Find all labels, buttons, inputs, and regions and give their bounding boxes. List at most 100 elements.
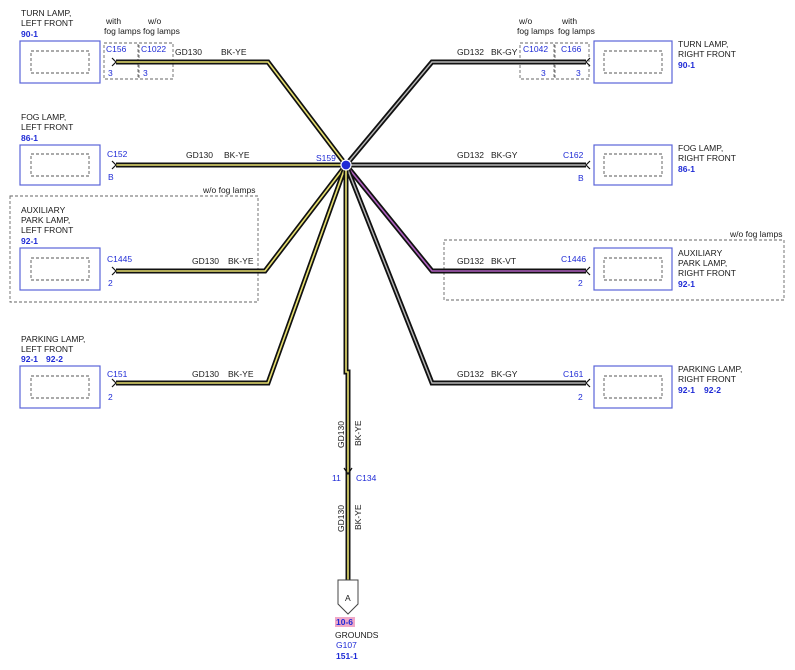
aux-park-rf-name-2: PARK LAMP,: [678, 258, 727, 268]
component-aux-park-lamp-rf[interactable]: AUXILIARY PARK LAMP, RIGHT FRONT 92-1: [593, 247, 736, 291]
component-fog-lamp-rf[interactable]: FOG LAMP, RIGHT FRONT 86-1: [593, 143, 736, 186]
parking-lamp-rf-name-2: RIGHT FRONT: [678, 374, 736, 384]
connector-c134-id[interactable]: C134: [356, 473, 377, 483]
option-fog-lamps-right-wo: fog lamps: [517, 26, 554, 36]
connector-c1042-id[interactable]: C1042: [523, 44, 548, 54]
component-turn-lamp-lf[interactable]: TURN LAMP, LEFT FRONT 90-1: [19, 8, 101, 84]
parking-lamp-rf-inner: [603, 375, 663, 399]
aux-park-rf-name-3: RIGHT FRONT: [678, 268, 736, 278]
option-wo-fog-lamps-left-region: w/o fog lamps: [202, 185, 255, 195]
connector-arrows: [111, 57, 591, 476]
turn-lamp-rf-inner: [603, 50, 663, 74]
component-parking-lamp-lf[interactable]: PARKING LAMP, LEFT FRONT 92-1 92-2: [19, 334, 101, 409]
parking-lamp-lf-ref1[interactable]: 92-1: [21, 354, 38, 364]
fog-lamp-rf-inner: [603, 153, 663, 177]
connector-c166-id[interactable]: C166: [561, 44, 582, 54]
connector-c1446-pin: 2: [578, 278, 583, 288]
parking-lamp-lf-ref2[interactable]: 92-2: [46, 354, 63, 364]
parking-lamp-rf-ref1[interactable]: 92-1: [678, 385, 695, 395]
option-wo-fog-lamps-right-region: w/o fog lamps: [729, 229, 782, 239]
wire-color-bk-gy-turn-rf: BK-GY: [491, 47, 518, 57]
component-parking-lamp-rf[interactable]: PARKING LAMP, RIGHT FRONT 92-1 92-2: [593, 364, 742, 409]
ground-page-ref[interactable]: 10-6: [336, 617, 353, 627]
aux-park-lf-inner: [30, 257, 90, 281]
connector-c161-id[interactable]: C161: [563, 369, 584, 379]
wire-color-bk-ye-turn-lf: BK-YE: [221, 47, 247, 57]
wire-label-gd130-vertical-lower: GD130: [336, 505, 346, 532]
connector-c152-pin: B: [108, 172, 114, 182]
connector-c134-pin: 11: [332, 473, 341, 483]
wire-color-bk-vt-aux-rf: BK-VT: [491, 256, 516, 266]
fog-lamp-lf-name-2: LEFT FRONT: [21, 122, 73, 132]
turn-lamp-rf-ref[interactable]: 90-1: [678, 60, 695, 70]
connector-c1446-id[interactable]: C1446: [561, 254, 586, 264]
connector-c156-pin: 3: [108, 68, 113, 78]
turn-lamp-lf-name-2: LEFT FRONT: [21, 18, 73, 28]
connector-c161-pin: 2: [578, 392, 583, 402]
aux-park-lf-name-2: PARK LAMP,: [21, 215, 70, 225]
ground-g107[interactable]: A 10-6 GROUNDS G107 151-1: [335, 579, 379, 661]
connector-c1445-id[interactable]: C1445: [107, 254, 132, 264]
wiring-diagram: S159 TURN LAMP, LEFT FRONT 90-1 FOG LAMP…: [9, 8, 785, 661]
wire-color-bk-ye-aux-lf: BK-YE: [228, 256, 254, 266]
wire-label-gd130-turn-lf: GD130: [175, 47, 202, 57]
wire-label-gd130-vertical-upper: GD130: [336, 421, 346, 448]
parking-lamp-rf-name-1: PARKING LAMP,: [678, 364, 742, 374]
connector-c162-pin: B: [578, 173, 584, 183]
connector-c166-pin: 3: [576, 68, 581, 78]
wire-label-gd132-turn-rf: GD132: [457, 47, 484, 57]
connector-c156-id[interactable]: C156: [106, 44, 127, 54]
option-fog-lamps-right-with: fog lamps: [558, 26, 595, 36]
turn-lamp-lf-inner: [30, 50, 90, 74]
fog-lamp-lf-inner: [30, 153, 90, 177]
turn-lamp-lf-ref[interactable]: 90-1: [21, 29, 38, 39]
option-fog-lamps-left-with: fog lamps: [104, 26, 141, 36]
turn-lamp-rf-name-2: RIGHT FRONT: [678, 49, 736, 59]
ground-ref[interactable]: 151-1: [336, 651, 358, 661]
component-turn-lamp-rf[interactable]: TURN LAMP, RIGHT FRONT 90-1: [593, 39, 736, 84]
splice-s159-dot[interactable]: [340, 159, 352, 171]
component-aux-park-lamp-lf[interactable]: AUXILIARY PARK LAMP, LEFT FRONT 92-1: [19, 205, 101, 291]
aux-park-rf-inner: [603, 257, 663, 281]
wire-color-bk-ye-fog-lf: BK-YE: [224, 150, 250, 160]
fog-lamp-rf-ref[interactable]: 86-1: [678, 164, 695, 174]
fog-lamp-rf-name-2: RIGHT FRONT: [678, 153, 736, 163]
turn-lamp-lf-name-1: TURN LAMP,: [21, 8, 71, 18]
parking-lamp-lf-name-2: LEFT FRONT: [21, 344, 73, 354]
aux-park-lf-ref[interactable]: 92-1: [21, 236, 38, 246]
aux-park-lf-name-3: LEFT FRONT: [21, 225, 73, 235]
wire-label-gd132-parking-rf: GD132: [457, 369, 484, 379]
wire-color-bk-ye-vertical-lower: BK-YE: [353, 504, 363, 530]
fog-lamp-rf-name-1: FOG LAMP,: [678, 143, 723, 153]
option-with-left: with: [105, 16, 121, 26]
option-with-right: with: [561, 16, 577, 26]
connector-c1445-pin: 2: [108, 278, 113, 288]
connector-c151-id[interactable]: C151: [107, 369, 128, 379]
wire-label-gd132-fog-rf: GD132: [457, 150, 484, 160]
turn-lamp-rf-name-1: TURN LAMP,: [678, 39, 728, 49]
wire-label-gd130-parking-lf: GD130: [192, 369, 219, 379]
fog-lamp-lf-ref[interactable]: 86-1: [21, 133, 38, 143]
connector-c162-id[interactable]: C162: [563, 150, 584, 160]
option-fog-lamps-left-wo: fog lamps: [143, 26, 180, 36]
ground-title: GROUNDS: [335, 630, 379, 640]
aux-park-rf-name-1: AUXILIARY: [678, 248, 723, 258]
parking-lamp-lf-inner: [30, 375, 90, 399]
wire-label-gd130-fog-lf: GD130: [186, 150, 213, 160]
wire-color-bk-gy-parking-rf: BK-GY: [491, 369, 518, 379]
connector-c152-id[interactable]: C152: [107, 149, 128, 159]
aux-park-rf-ref[interactable]: 92-1: [678, 279, 695, 289]
ground-label-a: A: [345, 593, 351, 603]
parking-lamp-lf-name-1: PARKING LAMP,: [21, 334, 85, 344]
connector-c1022-id[interactable]: C1022: [141, 44, 166, 54]
wire-gd132-parking-rf: [343, 164, 586, 386]
parking-lamp-rf-ref2[interactable]: 92-2: [704, 385, 721, 395]
wire-gd130-ground: [343, 165, 351, 580]
wire-color-bk-ye-vertical-upper: BK-YE: [353, 420, 363, 446]
connector-c1042-pin: 3: [541, 68, 546, 78]
wire-label-gd132-aux-rf: GD132: [457, 256, 484, 266]
wire-color-bk-gy-fog-rf: BK-GY: [491, 150, 518, 160]
option-wo-right: w/o: [518, 16, 533, 26]
component-fog-lamp-lf[interactable]: FOG LAMP, LEFT FRONT 86-1: [19, 112, 101, 186]
fog-lamp-lf-name-1: FOG LAMP,: [21, 112, 66, 122]
